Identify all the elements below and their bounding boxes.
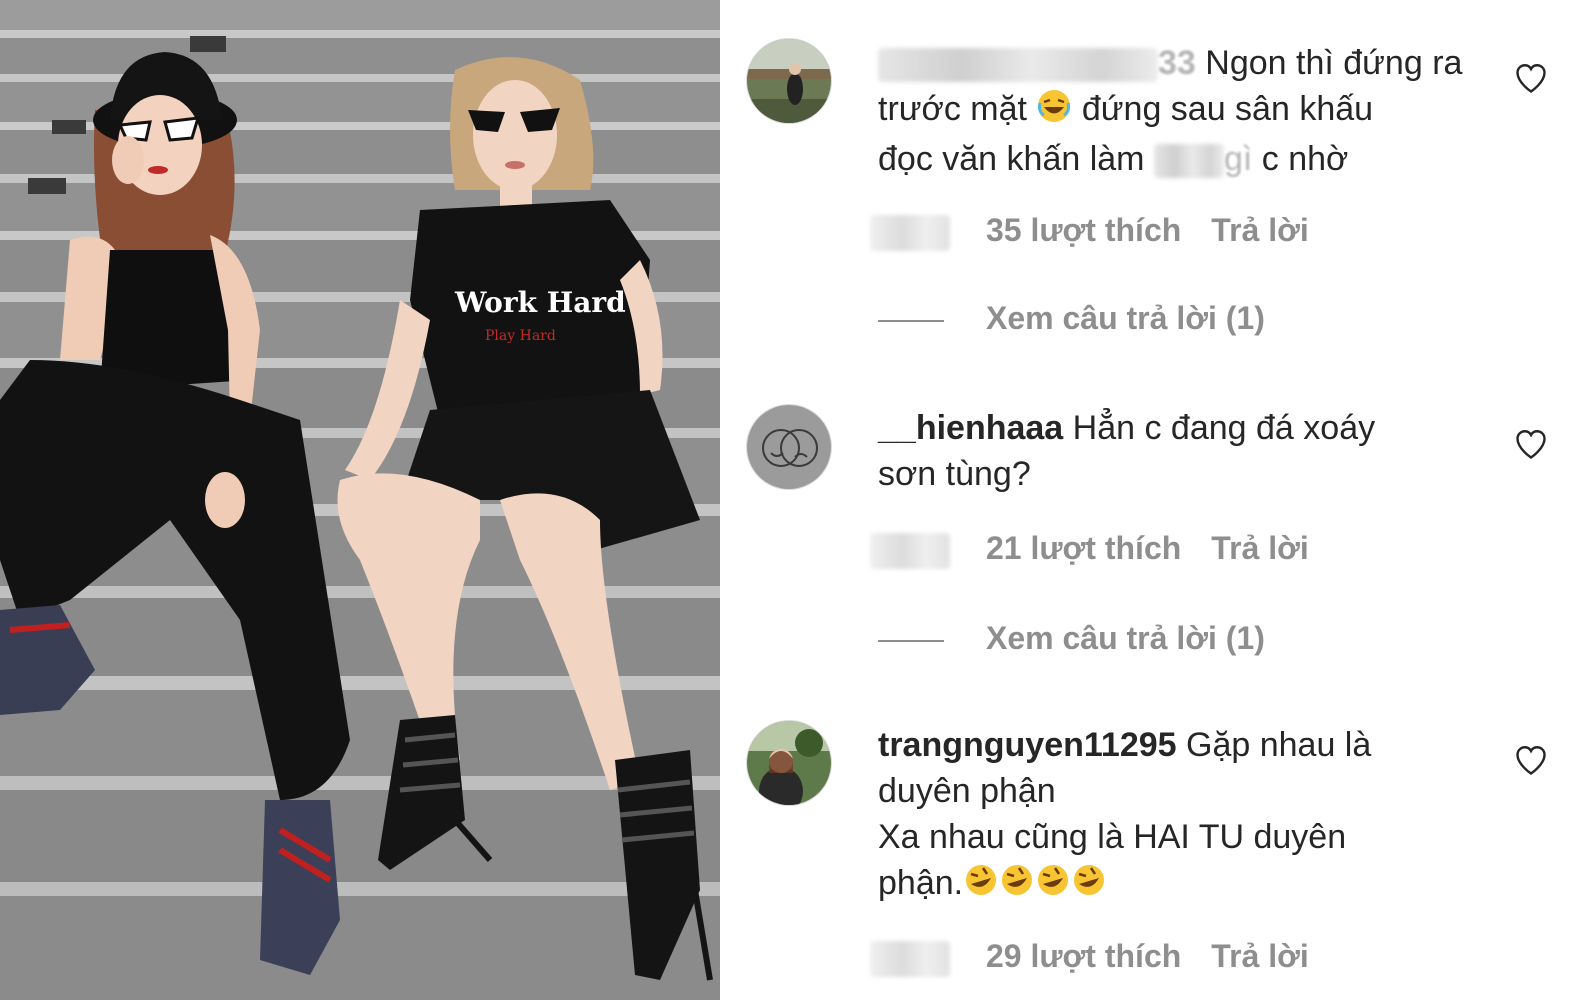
like-heart-button[interactable] (1513, 60, 1549, 96)
blurred-word (1153, 144, 1224, 179)
comment-line-3: Xa nhau cũng là HAI TU duyên (878, 818, 1347, 856)
laughing-emoji-icon (1036, 88, 1072, 136)
shirt-text-sub: Play Hard (485, 328, 556, 344)
replies-divider (878, 319, 944, 322)
comment-line-3a: đọc văn khấn làm (878, 140, 1145, 178)
comment-line-2: duyên phận (878, 772, 1056, 810)
avatar[interactable] (746, 38, 832, 124)
avatar-image (747, 405, 831, 489)
heart-icon (1516, 746, 1546, 775)
heart-icon (1516, 64, 1546, 93)
view-replies-label: Xem câu trả lời (1) (986, 620, 1265, 656)
comment-line-1: Hẳn c đang đá xoáy (1072, 409, 1376, 447)
comment-text: trangnguyen11295 Gặp nhau là duyên phận … (878, 722, 1498, 910)
avatar[interactable] (746, 720, 832, 806)
blurred-timestamp[interactable] (870, 214, 950, 251)
comment-line-3b: gì (1223, 140, 1253, 178)
heart-icon (1516, 430, 1546, 459)
comment-line-1: Gặp nhau là (1186, 726, 1372, 764)
likes-count[interactable]: 35 lượt thích (986, 212, 1181, 248)
stairs-photo-illustration: Work Hard Play Hard (0, 0, 720, 1000)
comment-line-2b: đứng sau sân khấu (1081, 90, 1374, 128)
shirt-text-main: Work Hard (454, 286, 626, 319)
comment-line-2: sơn tùng? (878, 455, 1031, 493)
blurred-timestamp[interactable] (870, 532, 950, 569)
like-heart-button[interactable] (1513, 742, 1549, 778)
comment-meta: 21 lượt thích Trả lời (870, 530, 1309, 570)
comment-line-2: trước mặt (878, 90, 1027, 128)
view-replies-button[interactable]: Xem câu trả lời (1) (878, 620, 1265, 660)
blurred-timestamp[interactable] (870, 940, 950, 977)
username[interactable]: __hienhaaa (878, 409, 1063, 447)
reply-button[interactable]: Trả lời (1211, 212, 1308, 248)
likes-count[interactable]: 21 lượt thích (986, 530, 1181, 566)
blurred-username[interactable] (878, 48, 1158, 83)
like-heart-button[interactable] (1513, 426, 1549, 462)
comment-line-3c: c nhờ (1261, 140, 1349, 178)
comment-meta: 35 lượt thích Trả lời (870, 212, 1309, 252)
reply-button[interactable]: Trả lời (1211, 530, 1308, 566)
view-replies-button[interactable]: Xem câu trả lời (1) (878, 300, 1265, 340)
rofl-emoji-icon (963, 862, 1107, 910)
replies-divider (878, 639, 944, 642)
avatar-image (747, 39, 831, 123)
comment-line-1: Ngon thì đứng ra (1205, 44, 1463, 82)
likes-count[interactable]: 29 lượt thích (986, 938, 1181, 974)
comment-line-4: phận. (878, 864, 964, 902)
post-photo: Work Hard Play Hard (0, 0, 720, 1000)
reply-button[interactable]: Trả lời (1211, 938, 1308, 974)
username-suffix[interactable]: 33 (1158, 44, 1196, 82)
avatar-image (747, 721, 831, 805)
comment-meta: 29 lượt thích Trả lời (870, 938, 1309, 978)
avatar[interactable] (746, 404, 832, 490)
comment-text: __hienhaaa Hẳn c đang đá xoáy sơn tùng? (878, 405, 1498, 497)
view-replies-label: Xem câu trả lời (1) (986, 300, 1265, 336)
comments-panel: 33 Ngon thì đứng ra trước mặt đứng sau s… (720, 0, 1591, 1000)
username[interactable]: trangnguyen11295 (878, 726, 1177, 764)
comment-text: 33 Ngon thì đứng ra trước mặt đứng sau s… (878, 40, 1498, 182)
